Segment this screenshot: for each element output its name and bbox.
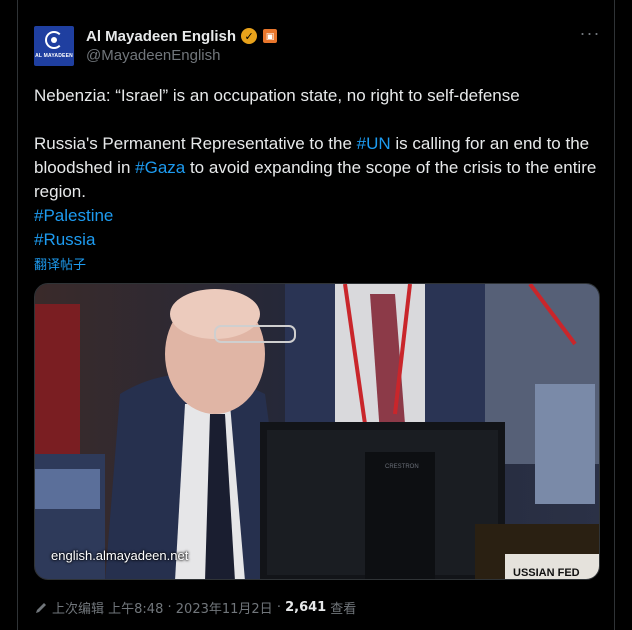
hashtag-palestine[interactable]: #Palestine	[34, 206, 113, 225]
tweet-text: Nebenzia: “Israel” is an occupation stat…	[34, 84, 604, 252]
edited-label[interactable]: 上次编辑	[52, 598, 104, 617]
meta-separator-2: ·	[276, 600, 281, 615]
more-options-icon[interactable]: ···	[578, 24, 602, 44]
views-label: 查看	[330, 602, 357, 617]
avatar-logo-text: AL MAYADEEN	[35, 53, 73, 59]
tweet-body: Russia's Permanent Representative to the…	[34, 132, 604, 204]
user-handle[interactable]: @MayadeenEnglish	[86, 47, 277, 64]
edit-pencil-icon	[36, 602, 46, 613]
meta-separator: ·	[167, 600, 172, 615]
translate-post-link[interactable]: 翻译帖子	[34, 254, 86, 273]
display-name[interactable]: Al Mayadeen English	[86, 28, 236, 45]
nameplate-text: USSIAN FED	[513, 567, 580, 579]
hashtag-un[interactable]: #UN	[357, 134, 391, 153]
media-source-caption: english.almayadeen.net	[51, 548, 189, 563]
tweet-header: AL MAYADEEN Al Mayadeen English ✓ ▣ @May…	[34, 24, 602, 68]
tweet-date[interactable]: 2023年11月2日	[176, 598, 273, 617]
timeline-border-left	[17, 0, 18, 630]
display-name-row: Al Mayadeen English ✓ ▣	[86, 26, 278, 46]
verified-badge-icon: ✓	[241, 28, 258, 44]
tweet-time[interactable]: 上午8:48	[108, 598, 163, 617]
timeline-border-right	[614, 0, 615, 630]
avatar[interactable]: AL MAYADEEN	[34, 26, 74, 66]
views-count: 2,641	[285, 600, 327, 615]
affiliate-badge-icon[interactable]: ▣	[263, 29, 278, 43]
hashtag-russia[interactable]: #Russia	[34, 230, 95, 249]
tweet-headline: Nebenzia: “Israel” is an occupation stat…	[34, 86, 520, 105]
tweet-media-photo[interactable]: CRESTRON USSIAN FED english.almayadeen.n…	[34, 283, 600, 580]
monitor-brand-text: CRESTRON	[385, 464, 419, 470]
almayadeen-logo-icon	[45, 31, 63, 49]
tweet-body-part1: Russia's Permanent Representative to the	[34, 134, 357, 153]
tweet-meta: 上次编辑 上午8:48 · 2023年11月2日 · 2,641 查看	[34, 598, 356, 617]
hashtag-gaza[interactable]: #Gaza	[135, 158, 185, 177]
author-names: Al Mayadeen English ✓ ▣ @MayadeenEnglish	[86, 26, 278, 64]
photo-illustration: CRESTRON USSIAN FED	[35, 284, 599, 579]
